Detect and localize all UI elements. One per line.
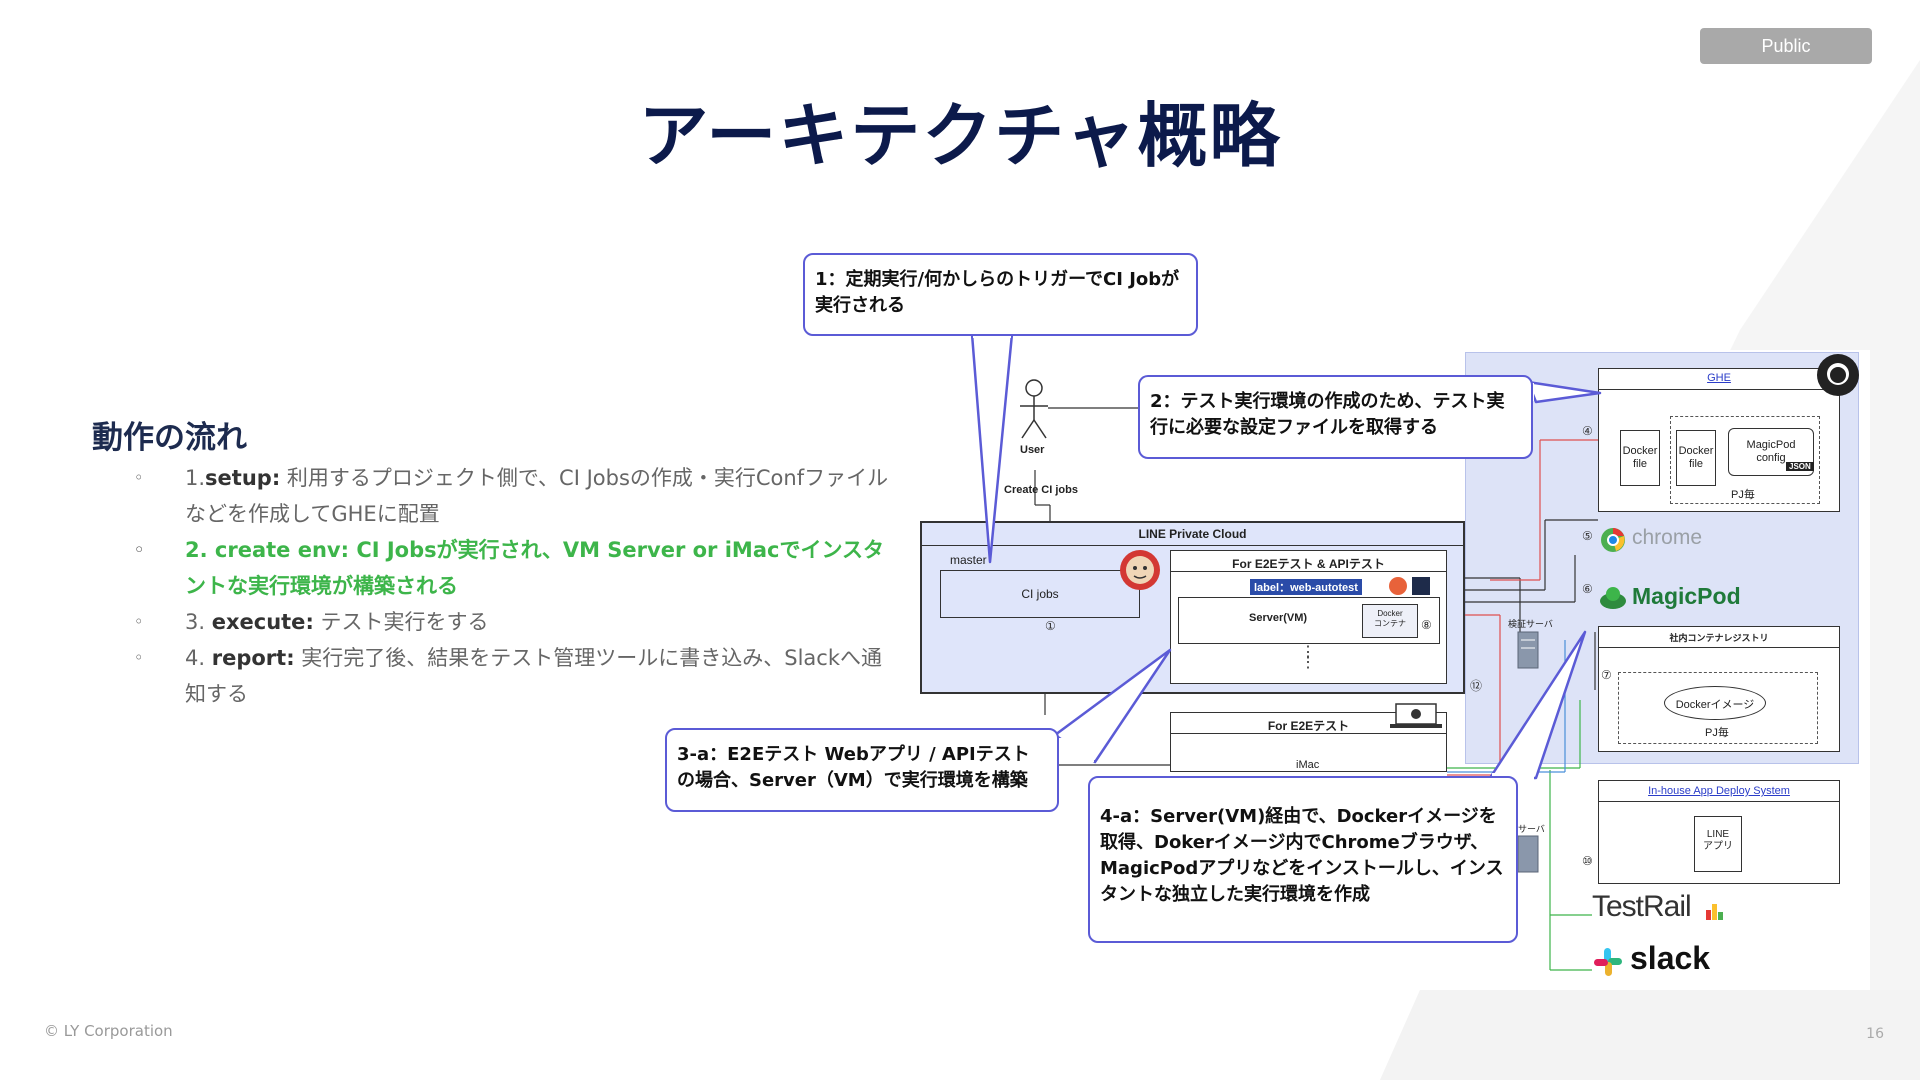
callout-4a: 4-a：Server(VM)経由で、Dockerイメージを取得、Dokerイメー… (1088, 776, 1518, 943)
copyright: © LY Corporation (44, 1022, 173, 1040)
callout-tails (970, 330, 1602, 782)
callout-3a: 3-a：E2Eテスト Webアプリ / APIテストの場合、Server（VM）… (665, 728, 1059, 812)
callout-2: 2：テスト実行環境の作成のため、テスト実行に必要な設定ファイルを取得する (1138, 375, 1533, 459)
architecture-diagram: User Create CI jobs LINE Private Cloud m… (0, 0, 1920, 1080)
page-number: 16 (1866, 1026, 1884, 1042)
callout-1: 1：定期実行/何かしらのトリガーでCI Jobが実行される (803, 253, 1198, 336)
